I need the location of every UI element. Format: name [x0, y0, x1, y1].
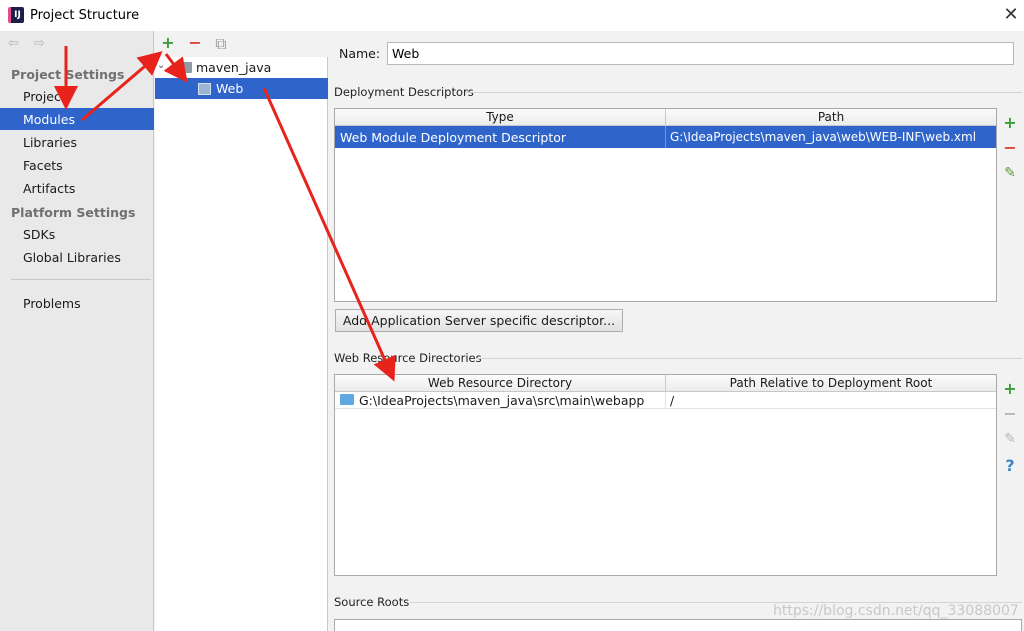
descriptor-type-cell[interactable]: Web Module Deployment Descriptor	[340, 130, 566, 145]
add-descriptor-button[interactable]: +	[1002, 113, 1018, 132]
expand-chevron-icon[interactable]: ⌄	[157, 60, 165, 71]
platform-settings-header: Platform Settings	[11, 205, 136, 220]
window-title: Project Structure	[30, 8, 140, 23]
name-input[interactable]	[387, 42, 1014, 65]
tree-node-maven-java[interactable]: maven_java	[196, 60, 271, 75]
descriptor-path-cell[interactable]: G:\IdeaProjects\maven_java\web\WEB-INF\w…	[670, 130, 976, 144]
remove-resource-button[interactable]: −	[1002, 404, 1018, 423]
deployment-descriptors-label: Deployment Descriptors	[334, 85, 474, 99]
nav-item-global-libraries[interactable]: Global Libraries	[23, 250, 121, 265]
column-header-type[interactable]: Type	[335, 109, 666, 126]
watermark-text: https://blog.csdn.net/qq_33088007	[773, 603, 1019, 619]
column-header-relative-path[interactable]: Path Relative to Deployment Root	[666, 375, 996, 392]
title-bar	[0, 0, 1024, 31]
edit-resource-button[interactable]: ✎	[1002, 431, 1018, 447]
source-roots-table[interactable]	[334, 619, 1022, 631]
intellij-app-icon: IJ	[8, 7, 24, 23]
section-divider	[476, 358, 1022, 359]
nav-item-libraries[interactable]: Libraries	[23, 135, 77, 150]
module-folder-icon	[177, 62, 192, 73]
source-roots-label: Source Roots	[334, 595, 410, 609]
nav-item-facets[interactable]: Facets	[23, 158, 63, 173]
edit-descriptor-button[interactable]: ✎	[1002, 165, 1018, 181]
cell-divider	[665, 392, 666, 409]
relative-path-cell[interactable]: /	[670, 393, 674, 408]
web-resource-directories-label: Web Resource Directories	[334, 351, 482, 365]
name-label: Name:	[339, 46, 381, 61]
section-divider	[466, 92, 1022, 93]
back-arrow-icon[interactable]: ⇦	[8, 36, 19, 51]
remove-module-button[interactable]: −	[187, 33, 203, 52]
module-tree-panel	[155, 31, 328, 631]
column-header-path[interactable]: Path	[666, 109, 996, 126]
forward-arrow-icon[interactable]: ⇨	[34, 36, 45, 51]
column-header-web-resource-directory[interactable]: Web Resource Directory	[335, 375, 666, 392]
nav-item-project[interactable]: Project	[23, 89, 66, 104]
nav-item-problems[interactable]: Problems	[23, 296, 81, 311]
nav-item-sdks[interactable]: SDKs	[23, 227, 55, 242]
cell-divider	[665, 126, 666, 148]
add-server-descriptor-button[interactable]: Add Application Server specific descript…	[335, 309, 623, 332]
web-facet-icon	[198, 83, 211, 95]
copy-module-button[interactable]: ⧉	[213, 34, 229, 54]
close-button[interactable]: ✕	[1000, 4, 1022, 26]
help-icon[interactable]: ?	[1002, 456, 1018, 475]
nav-item-modules-label[interactable]: Modules	[23, 112, 75, 127]
project-settings-header: Project Settings	[11, 67, 125, 82]
nav-item-artifacts[interactable]: Artifacts	[23, 181, 75, 196]
remove-descriptor-button[interactable]: −	[1002, 138, 1018, 157]
tree-node-web-label[interactable]: Web	[216, 81, 243, 96]
folder-icon	[340, 394, 354, 405]
resource-directory-cell[interactable]: G:\IdeaProjects\maven_java\src\main\weba…	[359, 393, 644, 408]
add-resource-button[interactable]: +	[1002, 379, 1018, 398]
add-module-button[interactable]: +	[160, 33, 176, 52]
nav-divider	[11, 279, 151, 280]
tree-toolbar	[155, 31, 328, 57]
